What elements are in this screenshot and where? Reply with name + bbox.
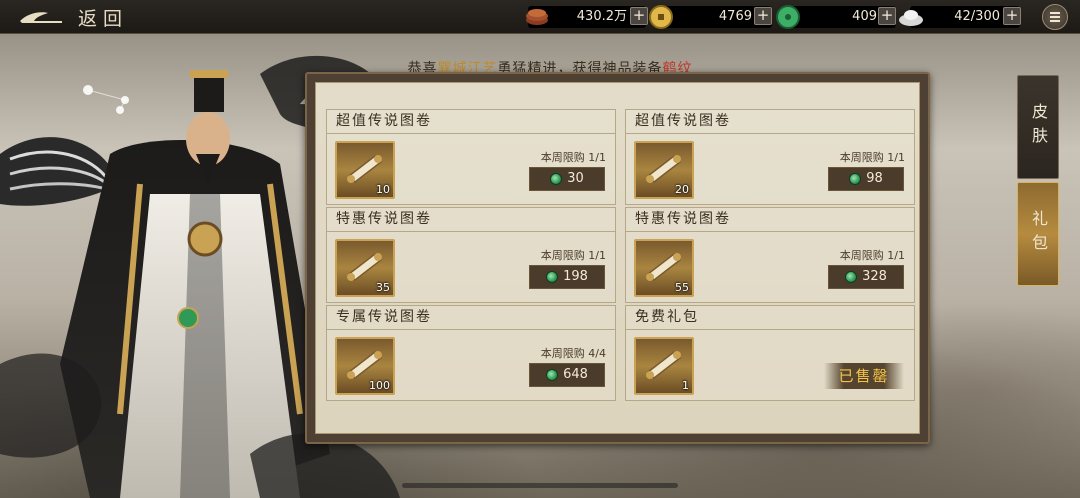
buy-button[interactable]: 198	[529, 265, 605, 289]
home-indicator[interactable]	[402, 483, 678, 488]
back-label: 返回	[78, 7, 129, 30]
buy-button[interactable]: 648	[529, 363, 605, 387]
pack-title: 特惠传说图卷	[327, 208, 615, 232]
scroll-icon	[646, 351, 682, 379]
sold-out-label: 已售罄	[824, 363, 904, 389]
item-quantity: 10	[376, 183, 390, 196]
pack-title: 超值传说图卷	[327, 110, 615, 134]
add-jade-button[interactable]: +	[878, 7, 896, 25]
weekly-limit: 本周限购 4/4	[540, 347, 606, 360]
weekly-limit: 本周限购 1/1	[540, 249, 606, 262]
pack-card: 免费礼包 1 已售罄	[625, 305, 915, 401]
scroll-icon	[347, 253, 383, 281]
item-slot[interactable]: 1	[634, 337, 694, 395]
item-slot[interactable]: 10	[335, 141, 395, 199]
buy-button[interactable]: 30	[529, 167, 605, 191]
gold-value: 4769	[718, 9, 752, 24]
item-slot[interactable]: 55	[634, 239, 694, 297]
copper-coin-stack-icon	[526, 9, 548, 25]
price-value: 98	[866, 171, 883, 186]
tab-gift-pack[interactable]: 礼包	[1017, 182, 1059, 286]
copper-value: 430.2万	[576, 9, 627, 24]
pack-title: 专属传说图卷	[327, 306, 615, 330]
price-value: 328	[862, 269, 887, 284]
pack-card: 特惠传说图卷 55 本周限购 1/1 328	[625, 207, 915, 303]
gift-pack-panel: 超值传说图卷 10 本周限购 1/1 30 超值传说图卷 20 本周限购 1/1…	[305, 72, 930, 444]
item-quantity: 20	[675, 183, 689, 196]
menu-button[interactable]	[1042, 4, 1068, 30]
panel-content: 超值传说图卷 10 本周限购 1/1 30 超值传说图卷 20 本周限购 1/1…	[315, 82, 920, 434]
price-value: 198	[563, 269, 588, 284]
list-menu-icon	[1050, 12, 1060, 22]
jade-icon	[550, 173, 563, 185]
buy-button[interactable]: 98	[828, 167, 904, 191]
add-silver-button[interactable]: +	[1003, 7, 1021, 25]
buy-button[interactable]: 328	[828, 265, 904, 289]
pack-card: 超值传说图卷 20 本周限购 1/1 98	[625, 109, 915, 205]
item-quantity: 1	[682, 379, 689, 392]
item-quantity: 35	[376, 281, 390, 294]
jade-icon	[546, 271, 559, 283]
weekly-limit: 本周限购 1/1	[839, 249, 905, 262]
scroll-icon	[646, 253, 682, 281]
item-quantity: 100	[369, 379, 390, 392]
jade-icon	[546, 369, 559, 381]
weekly-limit: 本周限购 1/1	[839, 151, 905, 164]
pack-title: 特惠传说图卷	[626, 208, 914, 232]
pack-card: 专属传说图卷 100 本周限购 4/4 648	[326, 305, 616, 401]
silver-value: 42/300	[954, 9, 1000, 24]
pack-title: 超值传说图卷	[626, 110, 914, 134]
item-slot[interactable]: 35	[335, 239, 395, 297]
pack-title: 免费礼包	[626, 306, 914, 330]
silver-ingot-icon	[899, 10, 923, 26]
pack-card: 特惠传说图卷 35 本周限购 1/1 198	[326, 207, 616, 303]
item-slot[interactable]: 20	[634, 141, 694, 199]
jade-icon	[776, 5, 800, 29]
item-quantity: 55	[675, 281, 689, 294]
top-resource-bar: 返回 430.2万 + 4769 + 409 + 42/300 +	[0, 0, 1080, 34]
back-arrow-icon	[20, 12, 62, 23]
item-slot[interactable]: 100	[335, 337, 395, 395]
jade-icon	[849, 173, 862, 185]
jade-value: 409	[852, 9, 877, 24]
price-value: 648	[563, 367, 588, 382]
pack-card: 超值传说图卷 10 本周限购 1/1 30	[326, 109, 616, 205]
weekly-limit: 本周限购 1/1	[540, 151, 606, 164]
tab-skin[interactable]: 皮肤	[1017, 75, 1059, 179]
scroll-icon	[347, 155, 383, 183]
add-gold-button[interactable]: +	[754, 7, 772, 25]
add-copper-button[interactable]: +	[630, 7, 648, 25]
price-value: 30	[567, 171, 584, 186]
scroll-icon	[646, 155, 682, 183]
scroll-icon	[347, 351, 383, 379]
back-button[interactable]: 返回	[18, 4, 148, 30]
jade-icon	[845, 271, 858, 283]
gold-coin-icon	[649, 5, 673, 29]
